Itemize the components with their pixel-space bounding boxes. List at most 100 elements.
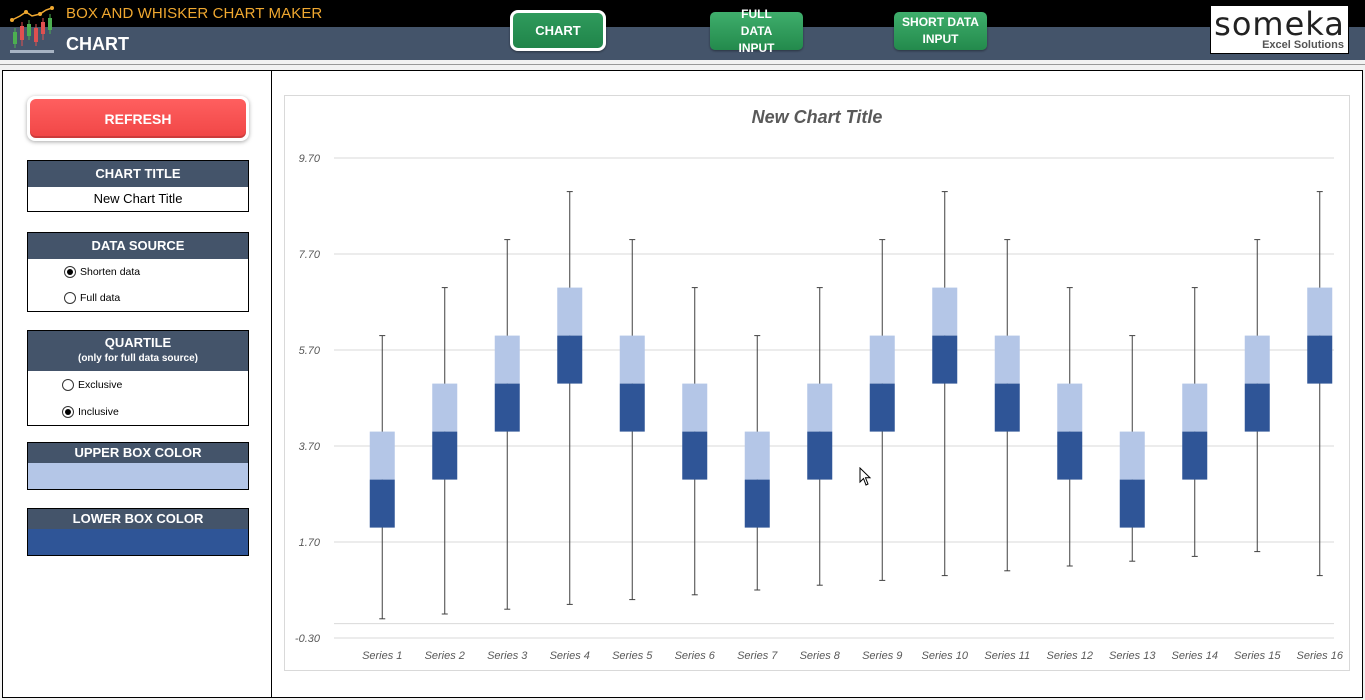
chart-title-heading: CHART TITLE (28, 161, 248, 187)
lower-box (1057, 431, 1083, 480)
lower-box (1119, 479, 1145, 528)
quartile-heading: QUARTILE (only for full data source) (28, 331, 248, 371)
upper-box (1244, 335, 1270, 384)
upper-box-color-section: UPPER BOX COLOR (27, 442, 249, 490)
upper-box (1307, 287, 1333, 336)
y-tick-label: 3.70 (299, 441, 321, 453)
lower-box (1244, 383, 1270, 432)
x-tick-label: Series 16 (1297, 650, 1344, 662)
nav-chart-button[interactable]: CHART (510, 10, 606, 51)
x-tick-label: Series 13 (1109, 650, 1156, 662)
upper-box (869, 335, 895, 384)
nav-short-data-input-button[interactable]: SHORT DATA INPUT (894, 12, 987, 50)
x-tick-label: Series 5 (612, 650, 653, 662)
upper-box-color-swatch[interactable] (28, 463, 248, 489)
quartile-section: QUARTILE (only for full data source) Exc… (27, 330, 249, 426)
x-tick-label: Series 10 (922, 650, 969, 662)
lower-box (1182, 431, 1208, 480)
nav-chart-label: CHART (535, 23, 581, 38)
data-source-heading: DATA SOURCE (28, 233, 248, 259)
y-tick-label: 7.70 (299, 249, 321, 261)
y-tick-label: 5.70 (299, 345, 321, 357)
radio-full-data[interactable]: Full data (28, 285, 248, 311)
lower-box (994, 383, 1020, 432)
header-bottom-bar (0, 27, 1365, 60)
radio-inclusive-label: Inclusive (78, 405, 119, 418)
lower-box (1307, 335, 1333, 384)
upper-box (1119, 431, 1145, 480)
nav-full-data-input-label: FULL DATA INPUT (738, 6, 775, 55)
upper-box (1182, 383, 1208, 432)
settings-panel: REFRESH CHART TITLE New Chart Title DATA… (2, 70, 272, 698)
upper-box (557, 287, 583, 336)
upper-box (932, 287, 958, 336)
y-tick-label: 9.70 (299, 153, 321, 165)
chart-title-input[interactable]: New Chart Title (28, 187, 248, 211)
x-tick-label: Series 15 (1234, 650, 1281, 662)
x-tick-label: Series 3 (487, 650, 528, 662)
upper-box (994, 335, 1020, 384)
brand-name: someka (1214, 5, 1345, 43)
radio-exclusive-label: Exclusive (78, 378, 123, 391)
chart-title-section: CHART TITLE New Chart Title (27, 160, 249, 212)
upper-box-color-heading: UPPER BOX COLOR (28, 443, 248, 463)
lower-box-color-section: LOWER BOX COLOR (27, 508, 249, 556)
box-whisker-chart: 9.70 7.70 5.70 3.70 1.70 -0.30 Series 1 Series … (295, 153, 1344, 662)
brand-subtitle: Excel Solutions (1262, 39, 1344, 51)
candlestick-chart-logo-icon (10, 6, 54, 53)
radio-unselected-icon[interactable] (62, 378, 74, 391)
upper-box (744, 431, 770, 480)
upper-box (682, 383, 708, 432)
x-tick-label: Series 9 (862, 650, 902, 662)
upper-box (619, 335, 645, 384)
header-divider (0, 64, 1365, 65)
quartile-subtitle: (only for full data source) (77, 353, 198, 364)
nav-full-data-input-button[interactable]: FULL DATA INPUT (710, 7, 803, 55)
x-tick-label: Series 12 (1047, 650, 1093, 662)
radio-selected-icon[interactable] (62, 405, 74, 418)
refresh-button[interactable]: REFRESH (27, 96, 249, 141)
upper-box (432, 383, 458, 432)
radio-inclusive[interactable]: Inclusive (28, 398, 248, 425)
radio-unselected-icon[interactable] (64, 292, 76, 304)
x-tick-label: Series 7 (737, 650, 778, 662)
lower-box (494, 383, 520, 432)
radio-shorten-data[interactable]: Shorten data (28, 259, 248, 285)
x-tick-label: Series 8 (800, 650, 841, 662)
lower-box (932, 335, 958, 384)
page-title: CHART (66, 34, 129, 54)
refresh-button-label: REFRESH (30, 99, 246, 138)
x-tick-label: Series 11 (984, 650, 1030, 662)
lower-box (619, 383, 645, 432)
upper-box (807, 383, 833, 432)
lower-box (744, 479, 770, 528)
x-tick-label: Series 2 (425, 650, 465, 662)
y-tick-label: 1.70 (299, 537, 321, 549)
radio-shorten-data-label: Shorten data (80, 266, 141, 278)
x-tick-label: Series 1 (362, 650, 402, 662)
upper-box (1057, 383, 1083, 432)
x-tick-label: Series 6 (675, 650, 716, 662)
someka-brand-logo[interactable]: someka Excel Solutions (1210, 5, 1349, 54)
lower-box (557, 335, 583, 384)
y-tick-label: -0.30 (295, 633, 321, 645)
upper-box (494, 335, 520, 384)
x-tick-label: Series 14 (1172, 650, 1218, 662)
lower-box (369, 479, 395, 528)
data-source-section: DATA SOURCE Shorten data Full data (27, 232, 249, 312)
mouse-cursor-icon (859, 467, 872, 486)
x-tick-label: Series 4 (550, 650, 590, 662)
lower-box-color-swatch[interactable] (28, 529, 248, 555)
radio-selected-icon[interactable] (64, 266, 76, 278)
lower-box (682, 431, 708, 480)
upper-box (369, 431, 395, 480)
app-title: BOX AND WHISKER CHART MAKER (66, 5, 323, 22)
lower-box (807, 431, 833, 480)
lower-box (869, 383, 895, 432)
radio-exclusive[interactable]: Exclusive (28, 371, 248, 398)
nav-short-data-input-label: SHORT DATA INPUT (902, 15, 979, 46)
quartile-title: QUARTILE (104, 335, 172, 350)
app-header: BOX AND WHISKER CHART MAKER CHART CHART … (0, 0, 1365, 60)
radio-full-data-label: Full data (80, 292, 121, 304)
lower-box-color-heading: LOWER BOX COLOR (28, 509, 248, 529)
